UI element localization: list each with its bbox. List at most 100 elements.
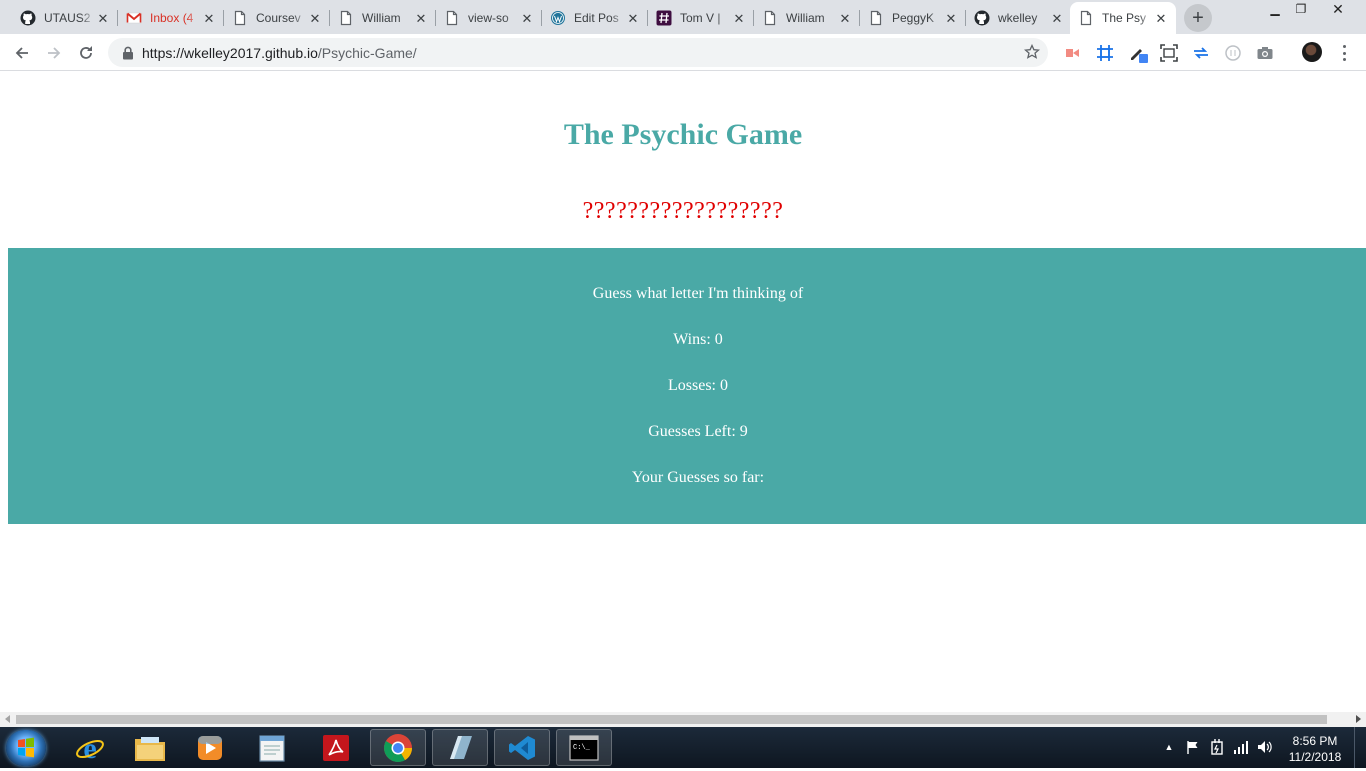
document-icon (762, 10, 778, 26)
extension-screencast-icon[interactable] (1062, 43, 1082, 63)
app-icon[interactable] (432, 729, 488, 766)
back-button[interactable] (8, 39, 36, 67)
tab-title: wkelley (998, 11, 1038, 25)
page-content: The Psychic Game ?????????????????? Gues… (0, 72, 1366, 712)
scroll-right-icon[interactable] (1356, 715, 1361, 723)
show-desktop-button[interactable] (1354, 727, 1366, 768)
mystery-letter: ?????????????????? (582, 198, 784, 224)
tab-coursev[interactable]: Coursev ✕ (224, 2, 330, 34)
start-button[interactable] (6, 730, 46, 766)
tab-title: view-so (468, 11, 509, 25)
url-host: https://wkelley2017.github.io (142, 44, 318, 61)
svg-text:e: e (83, 732, 96, 764)
tab-inbox[interactable]: Inbox (4 ✕ (118, 2, 224, 34)
extension-pen-icon[interactable] (1128, 43, 1148, 63)
tab-title: William (362, 11, 401, 25)
github-icon (974, 10, 990, 26)
internet-explorer-icon[interactable]: e (62, 729, 118, 766)
chrome-icon[interactable] (370, 729, 426, 766)
losses-counter: Losses: 0 (668, 377, 728, 394)
lock-icon (120, 45, 136, 61)
tray-expand-icon[interactable]: ▲ (1160, 737, 1178, 757)
guesses-left-counter: Guesses Left: 9 (648, 423, 748, 440)
tab-close-icon[interactable]: ✕ (308, 11, 322, 25)
horizontal-scrollbar[interactable] (0, 712, 1366, 727)
document-icon (868, 10, 884, 26)
tab-title: Coursev (256, 11, 301, 25)
windows-logo-icon (18, 737, 34, 758)
extension-circle-icon[interactable] (1223, 43, 1243, 63)
tab-the-psychic-game[interactable]: The Psy ✕ (1070, 2, 1176, 34)
tab-close-icon[interactable]: ✕ (944, 11, 958, 25)
system-clock[interactable]: 8:56 PM 11/2/2018 (1282, 733, 1348, 765)
slack-hash-icon (656, 10, 672, 26)
document-icon (1078, 10, 1094, 26)
tab-close-icon[interactable]: ✕ (626, 11, 640, 25)
vscode-icon[interactable] (494, 729, 550, 766)
arrow-right-icon (48, 47, 61, 59)
tab-utaus2[interactable]: UTAUS2 ✕ (12, 2, 118, 34)
document-icon (232, 10, 248, 26)
extension-arrows-icon[interactable] (1191, 43, 1211, 63)
tab-view-source[interactable]: view-so ✕ (436, 2, 542, 34)
tab-close-icon[interactable]: ✕ (732, 11, 746, 25)
tab-close-icon[interactable]: ✕ (520, 11, 534, 25)
scrollbar-thumb[interactable] (16, 715, 1327, 724)
address-bar[interactable]: https://wkelley2017.github.io/Psychic-Ga… (108, 38, 1048, 67)
github-icon (20, 10, 36, 26)
tab-close-icon[interactable]: ✕ (838, 11, 852, 25)
tab-wkelley[interactable]: wkelley ✕ (966, 2, 1072, 34)
camera-icon[interactable] (1255, 43, 1275, 63)
gmail-icon (126, 10, 142, 26)
url-text: https://wkelley2017.github.io/Psychic-Ga… (142, 45, 417, 61)
command-prompt-icon[interactable]: C:\_ (556, 729, 612, 766)
tab-title: Tom V | (680, 11, 721, 25)
tab-title: UTAUS2 (44, 11, 91, 25)
wins-counter: Wins: 0 (673, 331, 723, 348)
tab-peggyk[interactable]: PeggyK ✕ (860, 2, 966, 34)
file-explorer-icon[interactable] (122, 729, 178, 766)
tab-close-icon[interactable]: ✕ (414, 11, 428, 25)
power-icon[interactable] (1208, 737, 1226, 757)
arrow-left-icon (15, 47, 28, 59)
guesses-so-far: Your Guesses so far: (631, 469, 765, 486)
svg-text:C:\_: C:\_ (573, 744, 591, 752)
document-icon (338, 10, 354, 26)
extension-grid-icon[interactable] (1095, 43, 1115, 63)
new-tab-button[interactable]: + (1184, 4, 1212, 32)
restore-button[interactable]: ❐ (1288, 0, 1314, 18)
scroll-left-icon[interactable] (5, 715, 10, 723)
document-icon (444, 10, 460, 26)
tab-william-2[interactable]: William ✕ (754, 2, 860, 34)
network-signal-icon[interactable] (1232, 737, 1250, 757)
instructions-text: Guess what letter I'm thinking of (592, 285, 804, 302)
notepad-icon[interactable] (244, 729, 300, 766)
extension-capture-icon[interactable] (1159, 43, 1179, 63)
browser-menu-icon[interactable] (1336, 43, 1352, 63)
tab-close-icon[interactable]: ✕ (202, 11, 216, 25)
media-player-icon[interactable] (182, 729, 238, 766)
tab-william-1[interactable]: William ✕ (330, 2, 436, 34)
profile-avatar[interactable] (1302, 42, 1322, 62)
page-title: The Psychic Game (563, 118, 803, 151)
tab-edit-post[interactable]: Edit Pos ✕ (542, 2, 648, 34)
tab-title: Inbox (4 (150, 11, 194, 25)
tab-title: The Psy (1102, 11, 1147, 25)
tab-close-icon[interactable]: ✕ (1050, 11, 1064, 25)
forward-button[interactable] (40, 39, 68, 67)
volume-icon[interactable] (1256, 737, 1274, 757)
tab-title: PeggyK (892, 11, 935, 25)
browser-toolbar: https://wkelley2017.github.io/Psychic-Ga… (0, 34, 1366, 71)
bookmark-star-icon[interactable] (1024, 44, 1040, 60)
url-path: /Psychic-Game/ (317, 44, 417, 61)
wordpress-icon (550, 10, 566, 26)
minimize-button[interactable]: ▁ (1262, 0, 1288, 18)
tab-close-icon[interactable]: ✕ (96, 11, 110, 25)
tab-tom-v[interactable]: Tom V | ✕ (648, 2, 754, 34)
tab-close-icon[interactable]: ✕ (1154, 11, 1168, 25)
window-close-button[interactable]: ✕ (1314, 0, 1362, 18)
taskbar: e C:\_ ▲ 8:56 PM 11/2/2018 (0, 727, 1366, 768)
reload-button[interactable] (72, 39, 100, 67)
adobe-acrobat-icon[interactable] (308, 729, 364, 766)
action-center-flag-icon[interactable] (1184, 737, 1202, 757)
